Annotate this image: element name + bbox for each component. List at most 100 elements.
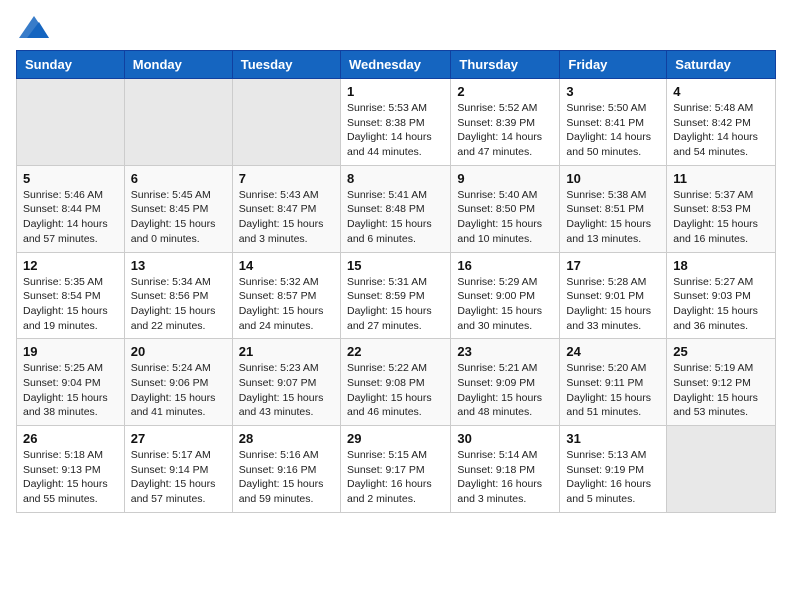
calendar-cell: 18 Sunrise: 5:27 AM Sunset: 9:03 PM Dayli…	[667, 252, 776, 339]
day-number: 19	[23, 344, 118, 359]
calendar-cell: 22 Sunrise: 5:22 AM Sunset: 9:08 PM Dayli…	[340, 339, 450, 426]
day-info: Sunrise: 5:41 AM Sunset: 8:48 PM Dayligh…	[347, 188, 444, 247]
calendar-cell: 8 Sunrise: 5:41 AM Sunset: 8:48 PM Daylig…	[340, 165, 450, 252]
day-info: Sunrise: 5:46 AM Sunset: 8:44 PM Dayligh…	[23, 188, 118, 247]
day-number: 25	[673, 344, 769, 359]
calendar-header-monday: Monday	[124, 51, 232, 79]
day-info: Sunrise: 5:34 AM Sunset: 8:56 PM Dayligh…	[131, 275, 226, 334]
day-info: Sunrise: 5:22 AM Sunset: 9:08 PM Dayligh…	[347, 361, 444, 420]
day-number: 6	[131, 171, 226, 186]
day-number: 14	[239, 258, 334, 273]
day-number: 2	[457, 84, 553, 99]
header	[16, 16, 776, 38]
calendar-cell: 13 Sunrise: 5:34 AM Sunset: 8:56 PM Dayli…	[124, 252, 232, 339]
calendar-cell: 6 Sunrise: 5:45 AM Sunset: 8:45 PM Daylig…	[124, 165, 232, 252]
calendar-cell: 21Sunrise: 5:23 AM Sunset: 9:07 PM Dayli…	[232, 339, 340, 426]
day-info: Sunrise: 5:48 AM Sunset: 8:42 PM Dayligh…	[673, 101, 769, 160]
day-number: 30	[457, 431, 553, 446]
day-number: 10	[566, 171, 660, 186]
calendar-cell: 7Sunrise: 5:43 AM Sunset: 8:47 PM Daylig…	[232, 165, 340, 252]
calendar-cell: 14 Sunrise: 5:32 AM Sunset: 8:57 PM Dayli…	[232, 252, 340, 339]
day-info: Sunrise: 5:15 AM Sunset: 9:17 PM Dayligh…	[347, 448, 444, 507]
calendar-cell: 4 Sunrise: 5:48 AM Sunset: 8:42 PM Daylig…	[667, 79, 776, 166]
day-number: 7	[239, 171, 334, 186]
calendar-cell: 3 Sunrise: 5:50 AM Sunset: 8:41 PM Daylig…	[560, 79, 667, 166]
day-number: 18	[673, 258, 769, 273]
calendar-week-row: 19Sunrise: 5:25 AM Sunset: 9:04 PM Dayli…	[17, 339, 776, 426]
day-info: Sunrise: 5:27 AM Sunset: 9:03 PM Dayligh…	[673, 275, 769, 334]
calendar-header-tuesday: Tuesday	[232, 51, 340, 79]
calendar-week-row: 12 Sunrise: 5:35 AM Sunset: 8:54 PM Dayli…	[17, 252, 776, 339]
day-info: Sunrise: 5:16 AM Sunset: 9:16 PM Dayligh…	[239, 448, 334, 507]
day-info: Sunrise: 5:28 AM Sunset: 9:01 PM Dayligh…	[566, 275, 660, 334]
calendar-cell: 5Sunrise: 5:46 AM Sunset: 8:44 PM Daylig…	[17, 165, 125, 252]
day-info: Sunrise: 5:35 AM Sunset: 8:54 PM Dayligh…	[23, 275, 118, 334]
calendar-cell: 9 Sunrise: 5:40 AM Sunset: 8:50 PM Daylig…	[451, 165, 560, 252]
day-number: 28	[239, 431, 334, 446]
day-number: 12	[23, 258, 118, 273]
calendar-cell: 12 Sunrise: 5:35 AM Sunset: 8:54 PM Dayli…	[17, 252, 125, 339]
calendar-header-row: SundayMondayTuesdayWednesdayThursdayFrid…	[17, 51, 776, 79]
calendar-cell	[667, 426, 776, 513]
calendar-header-sunday: Sunday	[17, 51, 125, 79]
calendar-cell: 31 Sunrise: 5:13 AM Sunset: 9:19 PM Dayli…	[560, 426, 667, 513]
day-info: Sunrise: 5:17 AM Sunset: 9:14 PM Dayligh…	[131, 448, 226, 507]
day-number: 3	[566, 84, 660, 99]
day-info: Sunrise: 5:23 AM Sunset: 9:07 PM Dayligh…	[239, 361, 334, 420]
day-info: Sunrise: 5:19 AM Sunset: 9:12 PM Dayligh…	[673, 361, 769, 420]
calendar-cell	[17, 79, 125, 166]
day-number: 4	[673, 84, 769, 99]
day-info: Sunrise: 5:24 AM Sunset: 9:06 PM Dayligh…	[131, 361, 226, 420]
calendar-cell: 2 Sunrise: 5:52 AM Sunset: 8:39 PM Daylig…	[451, 79, 560, 166]
calendar-header-friday: Friday	[560, 51, 667, 79]
day-info: Sunrise: 5:38 AM Sunset: 8:51 PM Dayligh…	[566, 188, 660, 247]
day-info: Sunrise: 5:53 AM Sunset: 8:38 PM Dayligh…	[347, 101, 444, 160]
day-info: Sunrise: 5:31 AM Sunset: 8:59 PM Dayligh…	[347, 275, 444, 334]
calendar-cell: 29 Sunrise: 5:15 AM Sunset: 9:17 PM Dayli…	[340, 426, 450, 513]
day-number: 9	[457, 171, 553, 186]
calendar-cell: 28 Sunrise: 5:16 AM Sunset: 9:16 PM Dayli…	[232, 426, 340, 513]
calendar-cell: 30 Sunrise: 5:14 AM Sunset: 9:18 PM Dayli…	[451, 426, 560, 513]
calendar-cell: 15 Sunrise: 5:31 AM Sunset: 8:59 PM Dayli…	[340, 252, 450, 339]
calendar-cell: 24 Sunrise: 5:20 AM Sunset: 9:11 PM Dayli…	[560, 339, 667, 426]
day-info: Sunrise: 5:20 AM Sunset: 9:11 PM Dayligh…	[566, 361, 660, 420]
day-info: Sunrise: 5:45 AM Sunset: 8:45 PM Dayligh…	[131, 188, 226, 247]
day-info: Sunrise: 5:52 AM Sunset: 8:39 PM Dayligh…	[457, 101, 553, 160]
day-info: Sunrise: 5:13 AM Sunset: 9:19 PM Dayligh…	[566, 448, 660, 507]
day-number: 27	[131, 431, 226, 446]
calendar-cell	[232, 79, 340, 166]
calendar-cell: 16 Sunrise: 5:29 AM Sunset: 9:00 PM Dayli…	[451, 252, 560, 339]
calendar-cell: 25 Sunrise: 5:19 AM Sunset: 9:12 PM Dayli…	[667, 339, 776, 426]
day-number: 11	[673, 171, 769, 186]
day-number: 13	[131, 258, 226, 273]
calendar-cell: 11Sunrise: 5:37 AM Sunset: 8:53 PM Dayli…	[667, 165, 776, 252]
day-number: 24	[566, 344, 660, 359]
calendar-cell: 27 Sunrise: 5:17 AM Sunset: 9:14 PM Dayli…	[124, 426, 232, 513]
day-number: 15	[347, 258, 444, 273]
calendar-cell: 23Sunrise: 5:21 AM Sunset: 9:09 PM Dayli…	[451, 339, 560, 426]
day-number: 20	[131, 344, 226, 359]
day-number: 17	[566, 258, 660, 273]
calendar-header-thursday: Thursday	[451, 51, 560, 79]
day-info: Sunrise: 5:40 AM Sunset: 8:50 PM Dayligh…	[457, 188, 553, 247]
day-number: 8	[347, 171, 444, 186]
day-info: Sunrise: 5:32 AM Sunset: 8:57 PM Dayligh…	[239, 275, 334, 334]
calendar-cell: 10 Sunrise: 5:38 AM Sunset: 8:51 PM Dayli…	[560, 165, 667, 252]
calendar-week-row: 26Sunrise: 5:18 AM Sunset: 9:13 PM Dayli…	[17, 426, 776, 513]
day-info: Sunrise: 5:29 AM Sunset: 9:00 PM Dayligh…	[457, 275, 553, 334]
calendar-cell	[124, 79, 232, 166]
calendar-cell: 19Sunrise: 5:25 AM Sunset: 9:04 PM Dayli…	[17, 339, 125, 426]
day-info: Sunrise: 5:50 AM Sunset: 8:41 PM Dayligh…	[566, 101, 660, 160]
logo	[16, 16, 49, 38]
day-number: 16	[457, 258, 553, 273]
calendar-week-row: 1Sunrise: 5:53 AM Sunset: 8:38 PM Daylig…	[17, 79, 776, 166]
calendar-cell: 26Sunrise: 5:18 AM Sunset: 9:13 PM Dayli…	[17, 426, 125, 513]
day-number: 29	[347, 431, 444, 446]
day-number: 22	[347, 344, 444, 359]
calendar-header-wednesday: Wednesday	[340, 51, 450, 79]
calendar-cell: 20 Sunrise: 5:24 AM Sunset: 9:06 PM Dayli…	[124, 339, 232, 426]
day-info: Sunrise: 5:14 AM Sunset: 9:18 PM Dayligh…	[457, 448, 553, 507]
calendar-header-saturday: Saturday	[667, 51, 776, 79]
day-number: 23	[457, 344, 553, 359]
day-number: 31	[566, 431, 660, 446]
